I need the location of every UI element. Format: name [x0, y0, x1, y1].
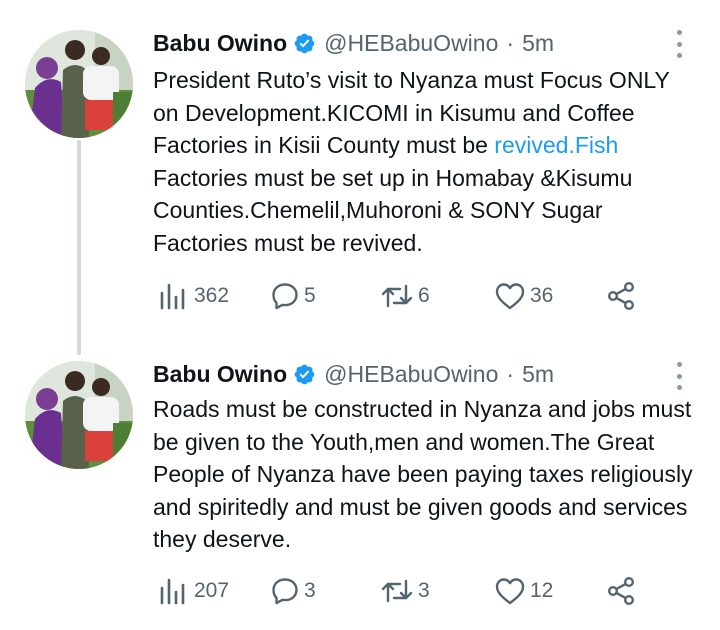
tweet-text: Roads must be constructed in Nyanza and …	[153, 396, 693, 553]
tweet[interactable]: Babu Owino @HEBabuOwino · 5m President R…	[0, 0, 720, 335]
retweet-count: 3	[418, 579, 430, 602]
views-chart-icon	[158, 576, 190, 606]
like-count: 12	[530, 579, 554, 602]
verified-badge-icon	[293, 32, 316, 55]
author-handle[interactable]: @HEBabuOwino	[324, 30, 498, 57]
reply-button[interactable]: 5	[270, 280, 316, 312]
avatar[interactable]	[25, 361, 133, 469]
heart-icon	[494, 576, 526, 606]
reply-count: 3	[304, 579, 316, 602]
retweet-count: 6	[418, 284, 430, 307]
author-name[interactable]: Babu Owino	[153, 361, 287, 388]
views-chart-icon	[158, 281, 190, 311]
heart-icon	[494, 281, 526, 311]
more-options-icon[interactable]	[674, 30, 684, 58]
separator-dot: ·	[506, 29, 515, 56]
share-icon	[606, 576, 636, 606]
timestamp[interactable]: 5m	[522, 30, 554, 57]
tweet-text: President Ruto’s visit to Nyanza must Fo…	[153, 64, 693, 260]
share-button[interactable]	[606, 575, 636, 607]
separator-dot: ·	[506, 360, 515, 387]
timestamp[interactable]: 5m	[522, 361, 554, 388]
retweet-icon	[380, 281, 414, 311]
views-count: 362	[194, 284, 230, 307]
tweet-actions: 207 3 3 12	[158, 575, 658, 607]
retweet-icon	[380, 576, 414, 606]
views-button[interactable]: 207	[158, 575, 229, 607]
reply-button[interactable]: 3	[270, 575, 316, 607]
share-icon	[606, 281, 636, 311]
tweet-header: Babu Owino @HEBabuOwino · 5m	[153, 359, 554, 389]
retweet-button[interactable]: 6	[380, 280, 430, 312]
retweet-button[interactable]: 3	[380, 575, 430, 607]
like-button[interactable]: 36	[494, 280, 553, 312]
reply-count: 5	[304, 284, 316, 307]
share-button[interactable]	[606, 280, 636, 312]
views-count: 207	[194, 579, 230, 602]
tweet-link[interactable]: revived.Fish	[494, 132, 618, 158]
tweet[interactable]: Babu Owino @HEBabuOwino · 5m Roads must …	[0, 335, 720, 630]
views-button[interactable]: 362	[158, 280, 229, 312]
more-options-icon[interactable]	[674, 362, 684, 390]
like-count: 36	[530, 284, 554, 307]
reply-bubble-icon	[270, 576, 300, 606]
tweet-header: Babu Owino @HEBabuOwino · 5m	[153, 28, 554, 58]
author-handle[interactable]: @HEBabuOwino	[324, 361, 498, 388]
avatar[interactable]	[25, 30, 133, 138]
tweet-text-part: Factories must be set up in Homabay &Kis…	[153, 164, 633, 256]
tweet-actions: 362 5 6 36	[158, 280, 658, 312]
like-button[interactable]: 12	[494, 575, 553, 607]
author-name[interactable]: Babu Owino	[153, 30, 287, 57]
reply-bubble-icon	[270, 281, 300, 311]
verified-badge-icon	[293, 363, 316, 386]
